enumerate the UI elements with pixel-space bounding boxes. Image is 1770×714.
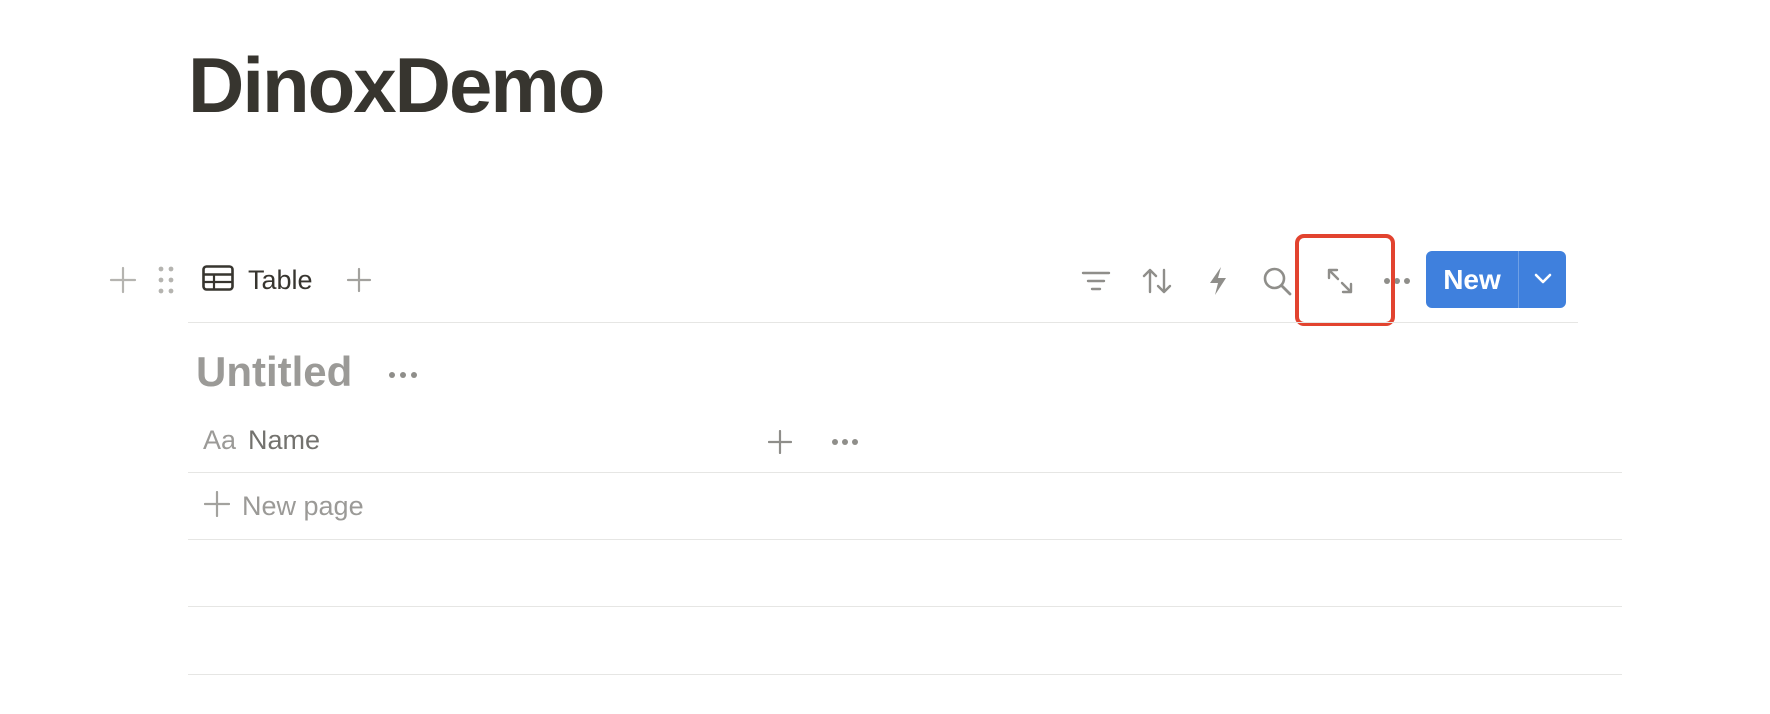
new-button[interactable]: New [1426,251,1518,308]
table-icon [202,264,234,296]
highlight-box [1295,234,1395,326]
group-more-icon[interactable] [387,367,419,383]
drag-handle-icon[interactable] [156,264,176,296]
add-column-icon[interactable] [765,427,795,457]
add-view-icon[interactable] [344,265,374,295]
sort-icon[interactable] [1139,264,1175,298]
toolbar-divider [188,322,1578,323]
chevron-down-icon [1534,271,1552,289]
text-property-icon: Aa [203,425,237,455]
column-header-name[interactable]: Name [248,427,320,454]
table-row-divider [188,674,1622,675]
column-more-icon[interactable] [829,434,861,450]
tab-table-view[interactable]: Table [202,262,313,298]
tab-table-label: Table [248,264,313,295]
page-title[interactable]: DinoxDemo [188,46,605,124]
table-row-divider [188,606,1622,607]
new-button-dropdown[interactable] [1519,251,1566,308]
new-button-group: New [1426,251,1566,308]
filter-icon[interactable] [1078,264,1114,298]
table-header-divider [188,472,1622,473]
add-block-icon[interactable] [108,265,138,295]
lightning-icon[interactable] [1200,263,1236,299]
plus-icon [203,490,231,522]
search-icon[interactable] [1259,263,1295,299]
new-page-button[interactable]: New page [203,488,364,524]
table-row-divider [188,539,1622,540]
group-title[interactable]: Untitled [196,351,352,393]
new-page-label: New page [242,490,364,521]
